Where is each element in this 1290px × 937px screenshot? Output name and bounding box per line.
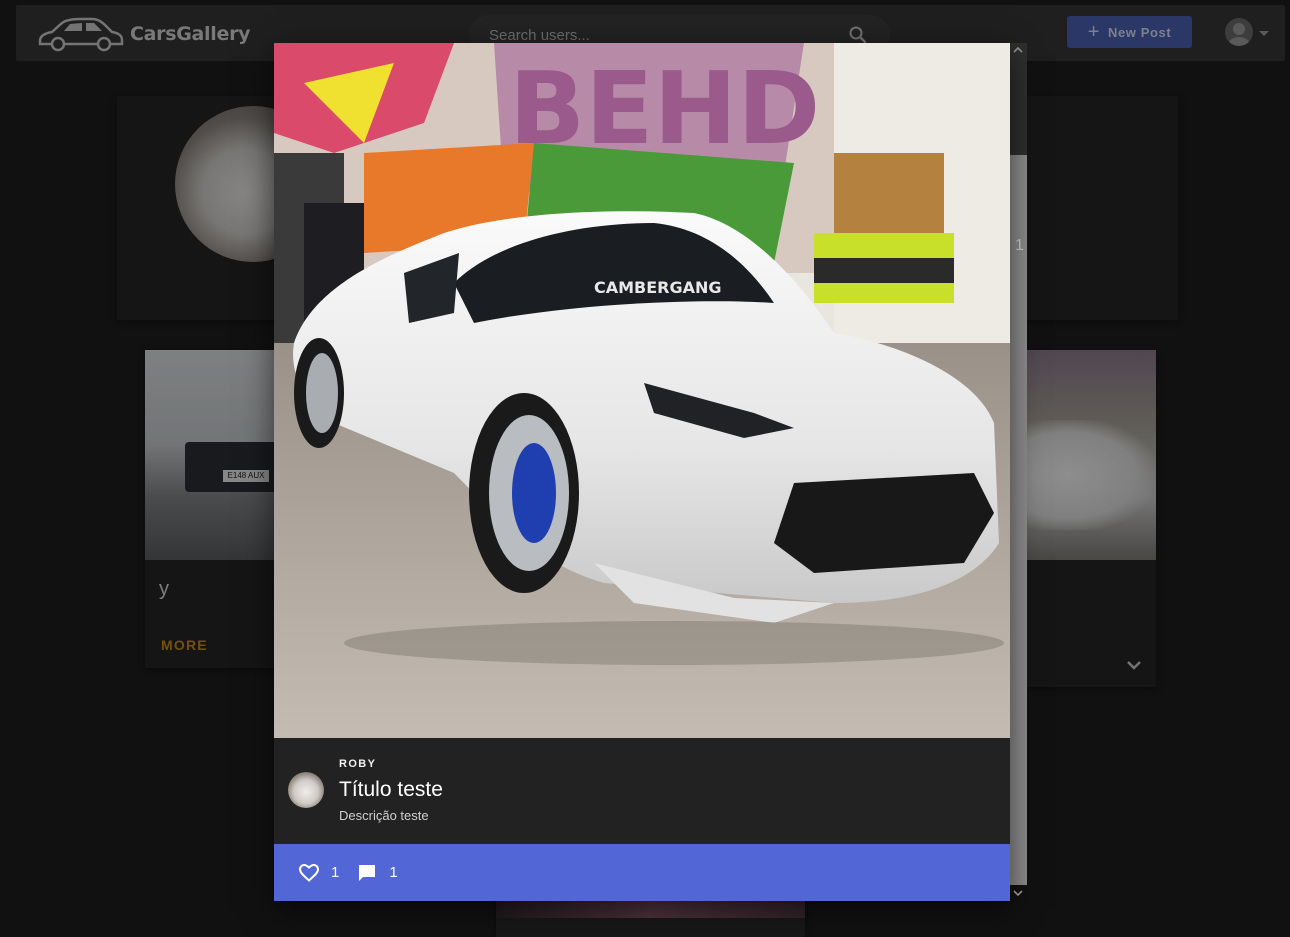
post-modal: BEHD CAMBERGANG ROBY Título teste Descri… xyxy=(274,43,1010,901)
graffiti-text: BEHD xyxy=(509,50,820,167)
scroll-up-arrow-icon[interactable] xyxy=(1013,45,1023,55)
heart-outline-icon xyxy=(299,863,319,882)
author-name[interactable]: ROBY xyxy=(339,758,376,770)
scrollbar-thumb[interactable] xyxy=(1010,155,1027,885)
background-count: 1 xyxy=(1015,237,1024,254)
comment-count: 1 xyxy=(389,864,398,881)
comment-button[interactable]: 1 xyxy=(357,863,398,883)
author-avatar[interactable] xyxy=(288,772,324,808)
scrollbar-track xyxy=(1010,43,1027,155)
post-title: Título teste xyxy=(339,778,443,801)
scroll-down-arrow-icon[interactable] xyxy=(1013,888,1023,898)
comment-icon xyxy=(359,864,376,881)
windshield-banner: CAMBERGANG xyxy=(594,278,722,297)
like-count: 1 xyxy=(331,864,340,881)
post-info: ROBY Título teste Descrição teste xyxy=(274,738,1010,844)
car-photo: BEHD CAMBERGANG xyxy=(274,43,1010,738)
like-button[interactable]: 1 xyxy=(299,863,340,882)
post-actions: 1 1 xyxy=(274,844,1010,901)
post-description: Descrição teste xyxy=(339,808,429,823)
post-image: BEHD CAMBERGANG xyxy=(274,43,1010,738)
